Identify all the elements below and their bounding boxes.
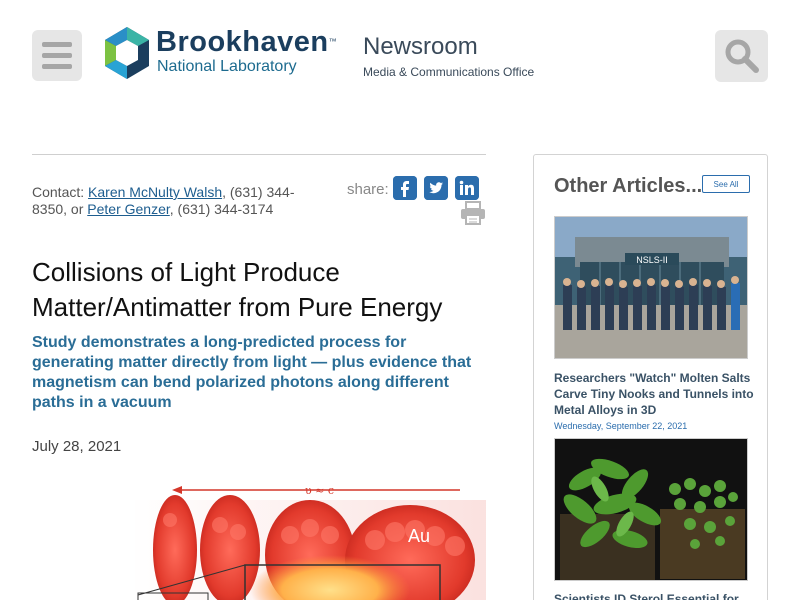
logo-name: Brookhaven: [156, 26, 329, 58]
figure-au-label: Au: [408, 526, 430, 546]
contact-link-peter[interactable]: Peter Genzer: [87, 201, 170, 217]
article-thumbnail-2[interactable]: [554, 438, 748, 581]
article-date: July 28, 2021: [32, 438, 122, 455]
article-link-2[interactable]: Scientists ID Sterol Essential for: [554, 591, 754, 600]
search-button[interactable]: [715, 30, 768, 82]
figure-velocity-label: υ ≈ c: [305, 484, 334, 497]
article-link-1[interactable]: Researchers "Watch" Molten Salts Carve T…: [554, 370, 754, 418]
logo-trademark: ™: [328, 37, 338, 46]
section-title[interactable]: Newsroom: [363, 33, 478, 61]
nsls-sign: NSLS-II: [636, 255, 668, 265]
article-title: Collisions of Light Produce Matter/Antim…: [32, 257, 443, 322]
see-all-button[interactable]: See All: [702, 175, 750, 193]
contact-prefix: Contact:: [32, 184, 89, 200]
article-thumbnail-1[interactable]: NSLS-II: [554, 216, 748, 359]
search-icon: [725, 39, 759, 73]
print-icon[interactable]: [460, 201, 486, 225]
contact-info: Contact: Karen McNulty Walsh, (631) 344-…: [32, 184, 322, 218]
bnl-logo[interactable]: Brookhaven™ National Laboratory: [102, 25, 337, 81]
divider: [32, 154, 486, 155]
article-subtitle: Study demonstrates a long-predicted proc…: [32, 334, 472, 411]
linkedin-icon[interactable]: [455, 176, 479, 200]
contact-link-karen[interactable]: Karen McNulty Walsh: [88, 184, 222, 200]
facebook-icon[interactable]: [393, 176, 417, 200]
share-label: share:: [347, 181, 389, 198]
twitter-icon[interactable]: [424, 176, 448, 200]
section-subtitle: Media & Communications Office: [363, 65, 535, 79]
contact-phone-2: , (631) 344-3174: [169, 201, 274, 217]
menu-button[interactable]: [32, 30, 82, 81]
article-date-1: Wednesday, September 22, 2021: [554, 421, 688, 431]
other-articles-sidebar: Other Articles... See All NSLS-II Resear…: [533, 154, 768, 600]
logo-subtitle: National Laboratory: [157, 58, 297, 75]
article-figure: υ ≈ c Au: [130, 480, 486, 600]
hamburger-icon: [42, 42, 72, 47]
logo-hexagon-icon: [105, 27, 149, 79]
other-articles-heading: Other Articles...: [554, 175, 703, 197]
